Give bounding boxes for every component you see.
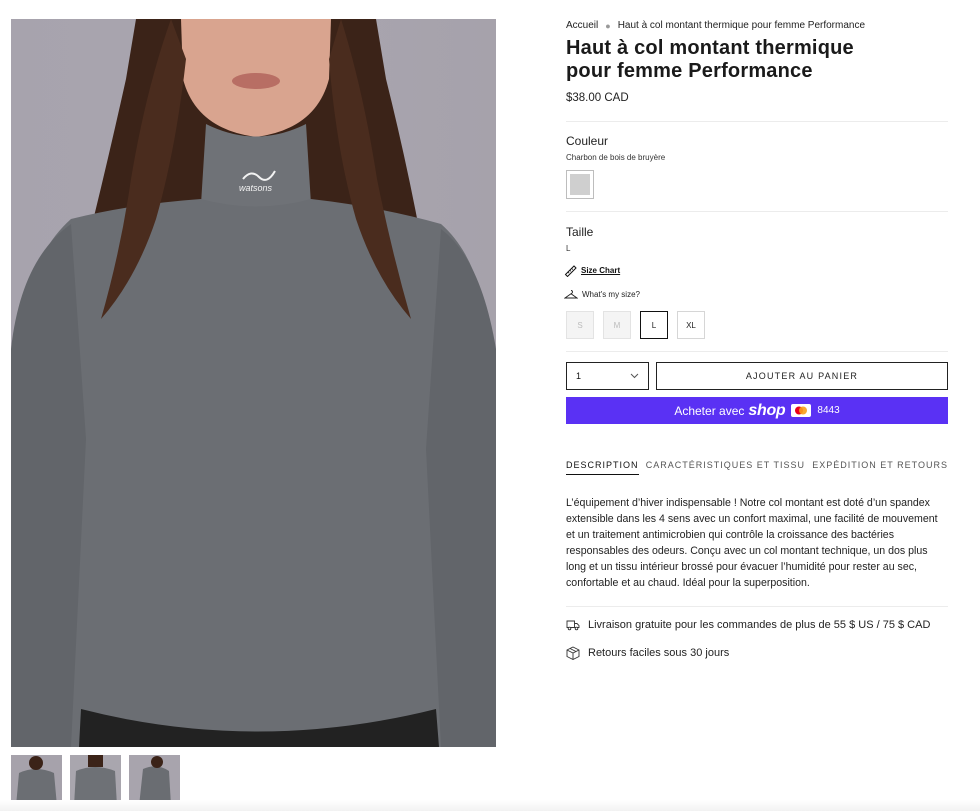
quantity-value: 1: [576, 371, 582, 381]
chevron-down-icon: [630, 373, 639, 379]
size-option-l[interactable]: L: [640, 311, 668, 339]
product-main-image[interactable]: watsons: [11, 19, 496, 747]
mastercard-icon: [791, 404, 812, 417]
breadcrumb-home-link[interactable]: Accueil: [566, 20, 598, 31]
breadcrumb: Accueil ● Haut à col montant thermique p…: [566, 20, 865, 31]
page-bottom-fade: [0, 800, 980, 811]
divider: [566, 606, 948, 607]
size-option-m[interactable]: M: [603, 311, 631, 339]
size-chart-label: Size Chart: [581, 266, 621, 275]
add-to-cart-button[interactable]: AJOUTER AU PANIER: [656, 362, 948, 390]
color-heading: Couleur: [566, 134, 609, 148]
garment-logo-text: watsons: [239, 183, 273, 193]
product-tabs: DESCRIPTION CARACTÉRISTIQUES ET TISSU EX…: [566, 460, 948, 475]
thumbnail-strip: [11, 755, 180, 806]
whats-my-size-link[interactable]: What's my size?: [564, 289, 640, 300]
returns-perk: Retours faciles sous 30 jours: [566, 646, 729, 660]
size-chart-link[interactable]: Size Chart: [564, 264, 620, 277]
whats-my-size-label: What's my size?: [582, 290, 640, 299]
shop-pay-logo: shop: [748, 401, 786, 419]
product-photo: watsons: [11, 19, 496, 747]
tab-shipping-returns[interactable]: EXPÉDITION ET RETOURS: [812, 460, 948, 475]
shipping-perk-text: Livraison gratuite pour les commandes de…: [588, 619, 931, 631]
quantity-select[interactable]: 1: [566, 362, 649, 390]
hanger-icon: [564, 290, 578, 299]
product-title: Haut à col montant thermique pour femme …: [566, 37, 854, 82]
thumbnail-side[interactable]: [129, 755, 180, 806]
color-selected-value: Charbon de bois de bruyère: [566, 153, 666, 162]
size-option-s[interactable]: S: [566, 311, 594, 339]
shop-pay-button[interactable]: Acheter avec shop 8443: [566, 397, 948, 424]
returns-perk-text: Retours faciles sous 30 jours: [588, 647, 730, 659]
color-swatch-fill: [570, 174, 590, 195]
size-selected-value: L: [566, 244, 571, 253]
divider: [566, 121, 948, 122]
size-options: S M L XL: [566, 311, 705, 339]
ruler-icon: [564, 265, 577, 277]
divider: [566, 211, 948, 212]
tab-features-fabric[interactable]: CARACTÉRISTIQUES ET TISSU: [646, 460, 805, 475]
thumbnail-back[interactable]: [70, 755, 121, 806]
tab-description[interactable]: DESCRIPTION: [566, 460, 639, 475]
truck-icon: [566, 620, 580, 631]
thumbnail-front[interactable]: [11, 755, 62, 806]
shipping-perk: Livraison gratuite pour les commandes de…: [566, 619, 930, 631]
color-swatch-charcoal[interactable]: [566, 170, 594, 199]
shop-pay-prefix: Acheter avec: [674, 403, 745, 418]
size-heading: Taille: [566, 225, 594, 239]
box-icon: [566, 646, 580, 660]
size-option-xl[interactable]: XL: [677, 311, 705, 339]
breadcrumb-separator: ●: [605, 20, 611, 31]
product-description: L’équipement d’hiver indispensable ! Not…: [566, 497, 938, 589]
shop-pay-card-digits: 8443: [817, 405, 840, 416]
breadcrumb-current: Haut à col montant thermique pour femme …: [617, 20, 866, 31]
divider: [566, 351, 948, 352]
product-price: $38.00 CAD: [566, 92, 629, 104]
